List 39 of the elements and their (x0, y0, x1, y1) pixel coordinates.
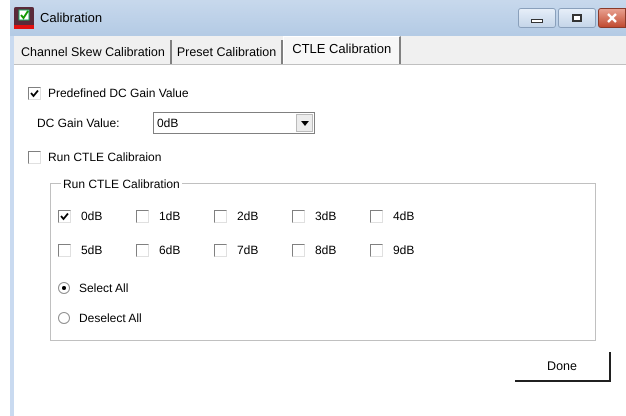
checkbox[interactable] (136, 210, 149, 222)
field-label: DC Gain Value: (37, 115, 120, 132)
radio-label: Select All (79, 280, 128, 297)
close-icon (607, 13, 617, 23)
checkbox[interactable] (28, 150, 41, 164)
caret-icon (296, 114, 313, 132)
tab[interactable]: CTLE Calibration (283, 36, 402, 64)
app-icon (14, 7, 34, 29)
close-button[interactable] (598, 8, 626, 28)
checkbox[interactable] (292, 244, 305, 256)
radio-button[interactable] (58, 312, 70, 324)
checkbox-label: 4dB (393, 208, 414, 225)
maximize-button[interactable] (558, 8, 596, 28)
checkbox-label: 6dB (159, 242, 180, 259)
checkbox[interactable] (370, 210, 383, 222)
checkbox-label: 9dB (393, 242, 414, 259)
checkbox[interactable] (292, 210, 305, 222)
checkbox-label: 1dB (159, 208, 180, 225)
checkbox-label: Run CTLE Calibraion (48, 149, 162, 166)
gain-dropdown[interactable]: 0dB (153, 112, 315, 134)
radio-label: Deselect All (79, 310, 142, 327)
checkbox[interactable] (214, 244, 227, 256)
checkbox-label: 0dB (81, 208, 102, 225)
checkbox[interactable] (28, 86, 41, 100)
checkbox-label: Predefined DC Gain Value (48, 85, 189, 102)
window-title: Calibration (40, 9, 102, 28)
checkbox[interactable] (136, 244, 149, 256)
checkbox[interactable] (214, 210, 227, 222)
checkbox-label: 8dB (315, 242, 336, 259)
checkbox[interactable] (58, 210, 71, 222)
checkbox-label: 7dB (237, 242, 258, 259)
checkbox-label: 3dB (315, 208, 336, 225)
checkbox[interactable] (58, 244, 71, 256)
radio-button[interactable] (58, 282, 70, 294)
checkbox-label: 5dB (81, 242, 102, 259)
checkbox-label: 2dB (237, 208, 258, 225)
checkbox[interactable] (370, 244, 383, 256)
done-button[interactable]: Done (515, 352, 611, 382)
minimize-button[interactable] (518, 8, 556, 28)
